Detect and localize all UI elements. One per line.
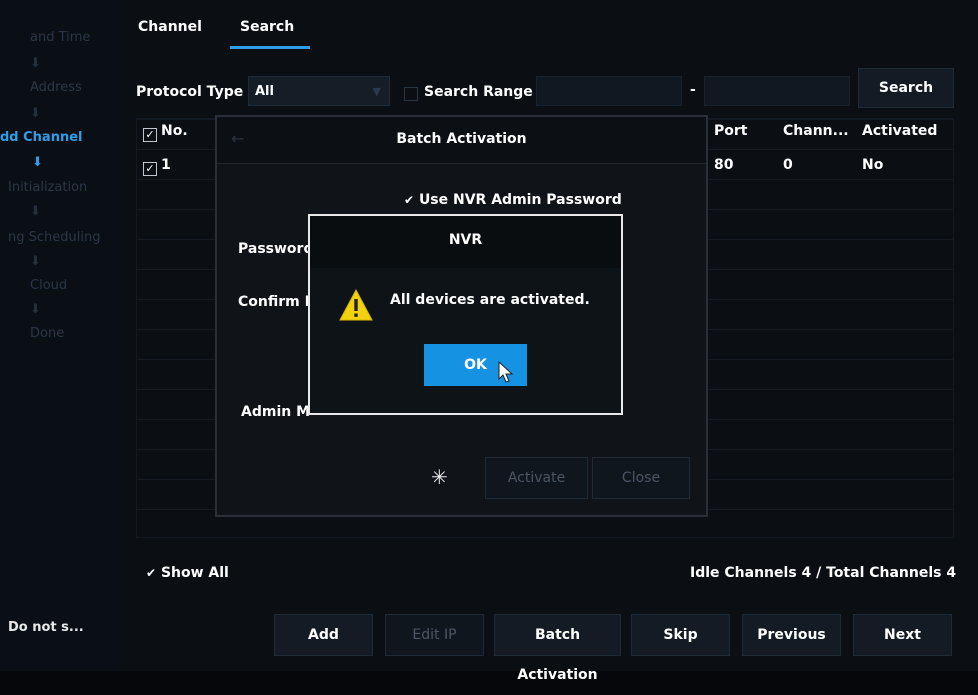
protocol-type-value: All [255, 84, 274, 99]
row-activated: No [862, 157, 884, 173]
activate-button[interactable]: Activate [485, 457, 588, 499]
check-icon: ✔ [146, 566, 157, 580]
use-nvr-password-checkbox[interactable]: ✔ Use NVR Admin Password [404, 192, 622, 208]
edit-ip-button[interactable]: Edit IP [385, 614, 484, 656]
step-arrow-icon: ⬇ [30, 204, 41, 219]
dialog-title: Batch Activation [396, 131, 527, 147]
row-port: 80 [714, 157, 734, 173]
batch-activation-button[interactable]: Batch Activation [494, 614, 621, 683]
step-cloud: Cloud [30, 278, 68, 293]
column-header-channel: Chann... [783, 123, 849, 139]
previous-button[interactable]: Previous [742, 614, 841, 656]
admin-mode-label: Admin M [241, 404, 311, 420]
step-done: Done [30, 326, 65, 341]
show-all-label: Show All [160, 565, 229, 581]
step-address: Address [30, 80, 82, 95]
step-arrow-active-icon: ⬇ [32, 155, 43, 170]
protocol-type-select[interactable]: All ▼ [248, 76, 390, 106]
row-channel: 0 [783, 157, 793, 173]
next-button[interactable]: Next [853, 614, 952, 656]
loading-spinner-icon: ✳ [431, 465, 448, 489]
do-not-show-label[interactable]: Do not s... [8, 620, 84, 635]
use-nvr-password-label: Use NVR Admin Password [418, 192, 622, 208]
step-initialization: Initialization [8, 180, 88, 195]
show-all-checkbox[interactable]: ✔ Show All [146, 565, 229, 581]
protocol-type-label: Protocol Type [136, 84, 244, 100]
step-arrow-icon: ⬇ [30, 56, 41, 71]
search-range-checkbox[interactable] [404, 84, 418, 103]
range-end-input[interactable] [704, 76, 850, 106]
add-button[interactable]: Add [274, 614, 373, 656]
row-checkbox[interactable]: ✓ [143, 158, 157, 176]
channels-info: Idle Channels 4 / Total Channels 4 [690, 565, 957, 581]
range-start-input[interactable] [536, 76, 682, 106]
message-text: All devices are activated. [390, 292, 590, 308]
step-scheduling: ng Scheduling [8, 230, 101, 245]
step-arrow-icon: ⬇ [30, 106, 41, 121]
confirm-password-label: Confirm P [238, 294, 315, 310]
tab-channel[interactable]: Channel [138, 10, 202, 52]
tab-search[interactable]: Search [230, 10, 310, 49]
column-header-port: Port [714, 123, 748, 139]
chevron-down-icon: ▼ [372, 85, 381, 98]
message-title: NVR [448, 232, 483, 248]
message-titlebar: NVR [310, 216, 621, 268]
range-dash: - [690, 82, 696, 98]
warning-icon [339, 288, 373, 321]
password-label: Password [238, 241, 314, 257]
close-button[interactable]: Close [592, 457, 690, 499]
check-icon: ✔ [404, 193, 415, 207]
mouse-cursor-icon [498, 361, 514, 383]
step-add-channel: dd Channel [0, 130, 83, 145]
skip-button[interactable]: Skip [631, 614, 730, 656]
nvr-message-box: NVR All devices are activated. OK [308, 214, 623, 415]
search-button[interactable]: Search [858, 68, 954, 108]
row-no: 1 [161, 157, 171, 173]
search-range-label: Search Range [424, 84, 533, 100]
dialog-titlebar: ← Batch Activation [217, 117, 706, 164]
column-header-no: No. [161, 123, 188, 139]
step-date-time: and Time [30, 30, 91, 45]
select-all-checkbox[interactable]: ✓ [143, 124, 157, 142]
column-header-activated: Activated [862, 123, 938, 139]
step-arrow-icon: ⬇ [30, 254, 41, 269]
wizard-sidebar: and Time ⬇ Address ⬇ dd Channel ⬇ Initia… [0, 0, 122, 671]
step-arrow-icon: ⬇ [30, 302, 41, 317]
